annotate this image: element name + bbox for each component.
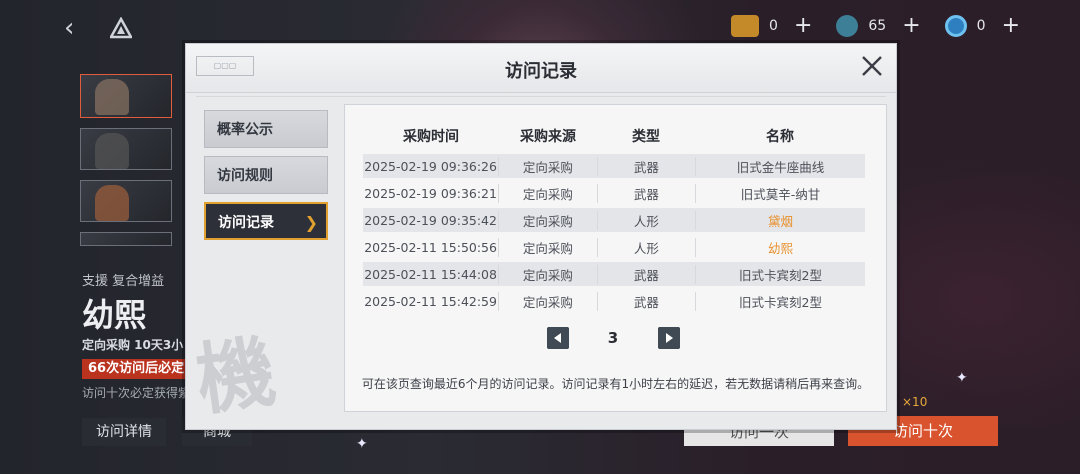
table-row: 2025-02-11 15:42:59 定向采购 武器 旧式卡宾刻2型	[363, 289, 865, 313]
column-header: 类型	[632, 129, 660, 145]
character-name: 幼熙	[82, 296, 147, 334]
cell-source: 定向采购	[498, 210, 596, 230]
dialog-title: 访问记录	[505, 61, 577, 82]
tab-rules[interactable]: 访问规则	[204, 156, 328, 194]
banner-thumb[interactable]	[80, 74, 172, 118]
ten-cost-label: ×10	[902, 395, 928, 409]
tab-records-label: 访问记录	[218, 215, 274, 231]
table-row: 2025-02-19 09:36:26 定向采购 武器 旧式金牛座曲线	[363, 154, 865, 178]
dialog-header: ▢▢▢ 访问记录	[186, 44, 896, 93]
currency-value: 65	[868, 17, 887, 34]
cell-source: 定向采购	[498, 183, 596, 203]
cell-source: 定向采购	[498, 291, 596, 311]
top-nav: ‹	[64, 14, 132, 42]
cell-name: 旧式卡宾刻2型	[695, 291, 865, 311]
cell-type: 人形	[596, 237, 695, 257]
cell-source: 定向采购	[498, 237, 596, 257]
logo-triangle-icon[interactable]	[110, 17, 132, 39]
tab-records[interactable]: 访问记录 ❯	[204, 202, 328, 240]
cell-time: 2025-02-11 15:44:08	[364, 266, 497, 282]
records-note: 可在该页查询最近6个月的访问记录。访问记录有1小时左右的延迟，若无数据请稍后再来…	[361, 377, 870, 391]
back-icon[interactable]: ‹	[64, 14, 86, 42]
visit-detail-button[interactable]: 访问详情	[82, 418, 166, 446]
currency-ticket: 0 +	[731, 13, 812, 38]
close-icon[interactable]	[860, 54, 884, 78]
add-ticket-button[interactable]: +	[794, 13, 812, 38]
banner-subline: 定向采购 10天3小	[82, 338, 184, 352]
column-header: 采购时间	[403, 129, 459, 145]
cell-time: 2025-02-19 09:36:26	[364, 158, 497, 174]
guarantee-text: 访问十次必定获得紫	[82, 386, 191, 400]
add-gem-button[interactable]: +	[902, 13, 920, 38]
table-row: 2025-02-11 15:44:08 定向采购 武器 旧式卡宾刻2型	[363, 262, 865, 286]
cell-name: 幼熙	[695, 237, 865, 257]
currency-value: 0	[769, 17, 778, 34]
cell-name: 黛烟	[695, 210, 865, 230]
cell-time: 2025-02-19 09:35:42	[364, 212, 497, 228]
watermark-glyph: 機	[191, 326, 281, 427]
sparkle-icon: ✦	[956, 370, 968, 386]
records-panel: 采购时间 采购来源 类型 名称 2025-02-19 09:36:26 定向采购…	[344, 104, 887, 412]
cell-name: 旧式金牛座曲线	[695, 156, 865, 176]
currency-core: 0 +	[944, 13, 1020, 38]
cell-time: 2025-02-11 15:50:56	[364, 239, 497, 255]
cell-type: 武器	[596, 156, 695, 176]
pity-banner: 66次访问后必定	[82, 359, 191, 379]
cell-time: 2025-02-11 15:42:59	[364, 293, 497, 309]
sparkle-icon: ✦	[356, 436, 368, 452]
add-core-button[interactable]: +	[1002, 13, 1020, 38]
cell-type: 武器	[596, 264, 695, 284]
character-tags: 支援 复合增益	[82, 274, 165, 289]
next-page-button[interactable]	[658, 327, 680, 349]
table-row: 2025-02-19 09:35:42 定向采购 人形 黛烟	[363, 208, 865, 232]
ticket-icon	[731, 14, 760, 37]
banner-list	[80, 74, 172, 256]
currency-gem: 65 +	[836, 13, 921, 38]
cell-type: 武器	[596, 291, 695, 311]
cell-source: 定向采购	[498, 156, 596, 176]
core-icon	[944, 14, 967, 37]
currency-bar: 0 + 65 + 0 +	[717, 13, 1020, 38]
table-row: 2025-02-11 15:50:56 定向采购 人形 幼熙	[363, 235, 865, 259]
cell-name: 旧式卡宾刻2型	[695, 264, 865, 284]
table-header: 采购时间 采购来源 类型 名称	[363, 121, 865, 151]
records-table: 采购时间 采购来源 类型 名称 2025-02-19 09:36:26 定向采购…	[363, 121, 865, 313]
banner-thumb[interactable]	[80, 180, 172, 222]
gem-icon	[836, 14, 859, 37]
cell-type: 武器	[596, 183, 695, 203]
table-row: 2025-02-19 09:36:21 定向采购 武器 旧式莫辛-纳甘	[363, 181, 865, 205]
cell-name: 旧式莫辛-纳甘	[695, 183, 865, 203]
prev-page-button[interactable]	[547, 327, 569, 349]
cell-source: 定向采购	[498, 264, 596, 284]
cell-type: 人形	[596, 210, 695, 230]
pagination: 3	[345, 327, 886, 351]
tab-probability[interactable]: 概率公示	[204, 110, 328, 148]
column-header: 名称	[766, 129, 794, 145]
chevron-right-icon: ❯	[304, 213, 318, 232]
divider	[196, 96, 886, 97]
visit-record-dialog: ▢▢▢ 访问记录 機 概率公示 访问规则 访问记录 ❯ 采购时间 采购来源 类型…	[185, 43, 897, 430]
cell-time: 2025-02-19 09:36:21	[364, 185, 497, 201]
page-number: 3	[607, 329, 619, 347]
currency-value: 0	[976, 17, 986, 34]
column-header: 采购来源	[520, 129, 576, 145]
banner-thumb[interactable]	[80, 232, 172, 246]
banner-thumb[interactable]	[80, 128, 172, 170]
